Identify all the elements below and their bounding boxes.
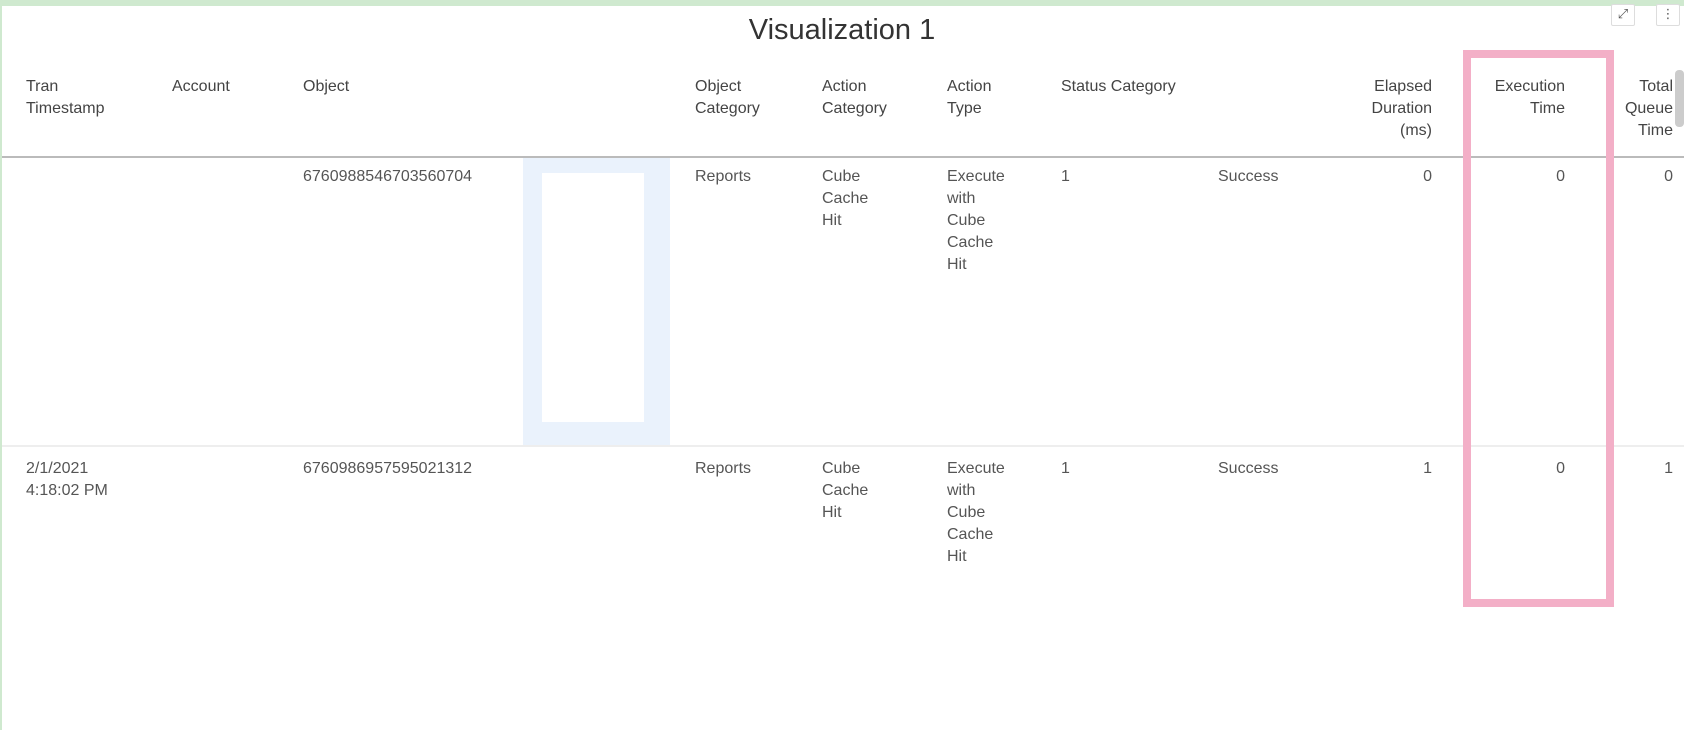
table-cell-object: 6760988546703560704	[303, 168, 473, 185]
more-vertical-icon[interactable]: ⋮	[1656, 4, 1680, 26]
top-accent-bar	[0, 0, 1684, 6]
column-header[interactable]: Status Category	[1061, 76, 1176, 98]
column-header[interactable]: Total Queue Time	[1625, 76, 1673, 142]
column-header[interactable]: Account	[172, 76, 230, 98]
column-header[interactable]: Elapsed Duration (ms)	[1372, 76, 1432, 142]
header-divider	[2, 156, 1684, 158]
table-cell-tran-timestamp: 2/1/2021 4:18:02 PM	[26, 460, 108, 499]
row-divider	[2, 445, 1684, 447]
execution-time-highlight	[1463, 50, 1614, 607]
table-cell-object-category: Reports	[695, 460, 752, 477]
table-cell-action-category: Cube Cache Hit	[822, 460, 869, 521]
table-cell-action-type: Execute with Cube Cache Hit	[947, 460, 1005, 565]
table-cell-elapsed: 1	[1423, 460, 1432, 477]
left-accent-bar	[0, 0, 2, 730]
table-cell-object-category: Reports	[695, 168, 752, 185]
column-header[interactable]: Object Category	[695, 76, 760, 120]
redacted-block	[542, 173, 644, 422]
column-header[interactable]: Action Category	[822, 76, 887, 120]
scrollbar[interactable]	[1675, 70, 1684, 127]
column-header[interactable]: Tran Timestamp	[26, 76, 105, 120]
table-cell-object: 6760986957595021312	[303, 460, 473, 477]
column-header[interactable]: Action Type	[947, 76, 991, 120]
table-cell-action-type: Execute with Cube Cache Hit	[947, 168, 1005, 273]
table-cell-status: Success	[1218, 168, 1279, 185]
table-cell-queue: 0	[1664, 168, 1673, 185]
table-cell-status-code: 1	[1061, 460, 1070, 477]
table-cell-status-code: 1	[1061, 168, 1070, 185]
table-cell-status: Success	[1218, 460, 1279, 477]
table-cell-elapsed: 0	[1423, 168, 1432, 185]
table-cell-action-category: Cube Cache Hit	[822, 168, 869, 229]
table-cell-queue: 1	[1664, 460, 1673, 477]
column-header[interactable]: Object	[303, 76, 349, 98]
expand-icon[interactable]: ⤢	[1611, 4, 1635, 26]
visualization-title: Visualization 1	[748, 14, 936, 46]
